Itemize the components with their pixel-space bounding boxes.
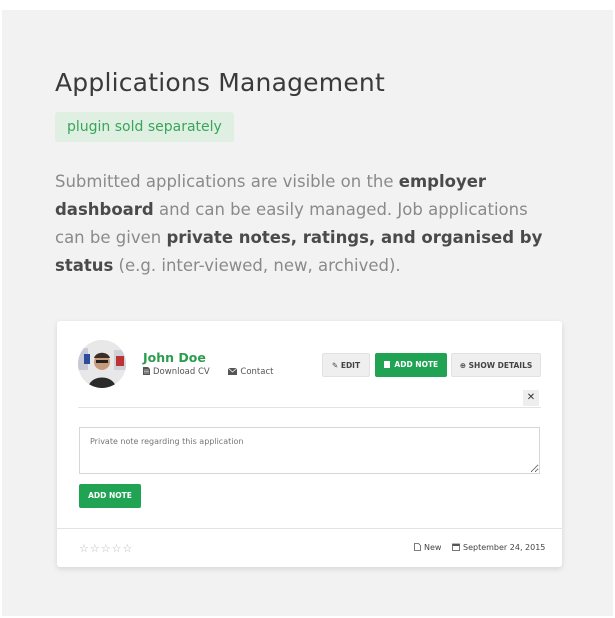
application-card: John Doe Download CV Contact ✎ EDIT ADD … (57, 321, 562, 567)
show-details-button[interactable]: ⊕ SHOW DETAILS (451, 353, 541, 377)
file-icon (414, 543, 421, 551)
divider (78, 407, 541, 408)
download-cv-link[interactable]: Download CV (143, 367, 220, 377)
envelope-icon (228, 368, 238, 375)
desc-text-1: Submitted applications are visible on th… (55, 172, 399, 191)
close-icon[interactable]: ✕ (523, 390, 539, 406)
applicant-name[interactable]: John Doe (143, 350, 206, 365)
edit-button[interactable]: ✎ EDIT (322, 353, 370, 377)
application-date: September 24, 2015 (452, 543, 545, 552)
submit-note-button[interactable]: ADD NOTE (79, 484, 141, 508)
rating-stars[interactable]: ☆☆☆☆☆ (79, 542, 133, 555)
avatar (78, 340, 126, 388)
add-note-button[interactable]: ADD NOTE (375, 353, 447, 377)
show-details-label: SHOW DETAILS (468, 361, 533, 370)
private-note-input[interactable] (79, 427, 540, 474)
divider (57, 528, 562, 529)
page-title: Applications Management (55, 68, 385, 97)
plus-circle-icon: ⊕ (459, 361, 467, 370)
feature-panel: Applications Management plugin sold sepa… (2, 10, 613, 616)
contact-label: Contact (240, 367, 274, 377)
edit-label: EDIT (340, 361, 361, 370)
applicant-links: Download CV Contact (143, 367, 289, 377)
download-cv-label: Download CV (153, 367, 210, 377)
add-note-label: ADD NOTE (394, 360, 439, 369)
note-icon (383, 361, 390, 368)
status-label: New (424, 543, 442, 552)
pencil-icon: ✎ (331, 361, 339, 370)
feature-description: Submitted applications are visible on th… (55, 168, 555, 280)
calendar-icon (452, 543, 460, 551)
file-icon (143, 367, 150, 375)
avatar-photo-icon (78, 340, 126, 388)
contact-link[interactable]: Contact (228, 367, 281, 377)
status-badge[interactable]: New (414, 543, 441, 552)
date-label: September 24, 2015 (463, 543, 546, 552)
desc-text-3: (e.g. inter-viewed, new, archived). (113, 256, 401, 275)
plugin-badge: plugin sold separately (55, 112, 234, 142)
